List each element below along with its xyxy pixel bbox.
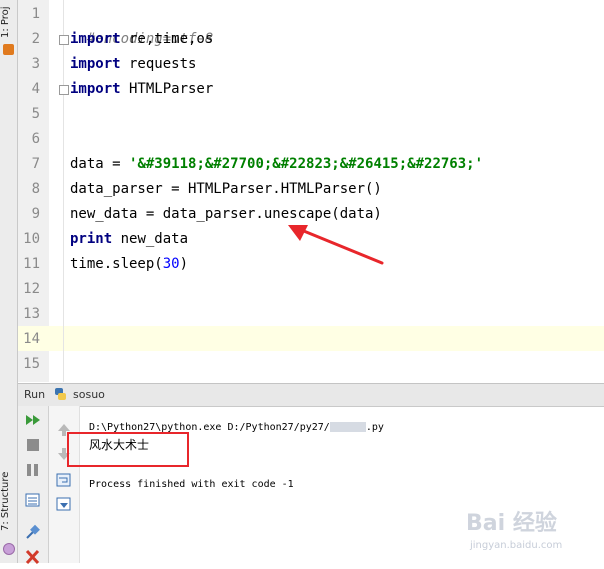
run-label: Run	[24, 388, 46, 401]
line-number: 1	[31, 6, 40, 22]
code-line[interactable]: import HTMLParser	[70, 77, 213, 102]
code-line[interactable]: data = '&#39118;&#27700;&#22823;&#26415;…	[70, 152, 483, 177]
line-number: 6	[31, 131, 40, 147]
code-text: new_data	[112, 231, 189, 247]
line-number: 2	[31, 31, 40, 47]
code-text: re,time,os	[120, 31, 214, 47]
scroll-to-end-icon[interactable]	[55, 496, 73, 512]
stop-icon[interactable]	[24, 437, 42, 453]
keyword: import	[70, 31, 121, 47]
line-number: 11	[23, 256, 40, 272]
project-tab[interactable]: 1: Proj	[0, 2, 17, 42]
string-literal: '&#39118;&#27700;&#22823;&#26415;&#22763…	[129, 156, 484, 172]
code-text: data =	[70, 156, 130, 172]
pause-icon[interactable]	[24, 462, 42, 478]
line-number: 4	[31, 81, 40, 97]
line-number: 12	[23, 281, 40, 297]
result-highlight-box	[67, 432, 189, 467]
keyword: print	[70, 231, 113, 247]
fold-marker[interactable]	[59, 85, 69, 95]
pin-icon[interactable]	[24, 524, 42, 540]
line-number: 15	[23, 356, 40, 372]
keyword: import	[70, 56, 121, 72]
blurred-filename	[329, 422, 366, 432]
fold-marker[interactable]	[59, 35, 69, 45]
line-number: 13	[23, 306, 40, 322]
line-number: 5	[31, 106, 40, 122]
rerun-icon[interactable]	[24, 412, 42, 428]
line-number: 7	[31, 156, 40, 172]
code-line[interactable]: import requests	[70, 52, 196, 77]
run-toolbar-primary	[18, 406, 49, 565]
code-line[interactable]: data_parser = HTMLParser.HTMLParser()	[70, 177, 382, 202]
line-number: 10	[23, 231, 40, 247]
caret-line-highlight	[18, 326, 604, 351]
project-icon	[3, 44, 14, 55]
console-finished: Process finished with exit code -1	[89, 479, 294, 490]
console-command-ext: .py	[365, 422, 384, 433]
run-toolbar-secondary	[49, 406, 80, 563]
left-tool-strip: 1: Proj 7: Structure	[0, 0, 18, 563]
code-line[interactable]: import re,time,os	[70, 27, 213, 52]
annotation-arrow	[288, 225, 384, 265]
keyword: import	[70, 81, 121, 97]
run-config-name[interactable]: sosuo	[73, 388, 105, 401]
soft-wrap-icon[interactable]	[55, 472, 73, 488]
code-text: requests	[120, 56, 197, 72]
watermark-url: jingyan.baidu.com	[470, 540, 563, 551]
watermark-brand: Bai 经验	[466, 511, 557, 536]
structure-icon	[3, 543, 15, 555]
code-text: )	[179, 256, 189, 272]
python-icon	[54, 387, 67, 401]
line-number: 3	[31, 56, 40, 72]
code-text: HTMLParser	[120, 81, 214, 97]
fold-guide	[63, 0, 64, 382]
line-number: 14	[23, 331, 40, 347]
number-literal: 30	[162, 256, 180, 272]
code-line[interactable]: print new_data	[70, 227, 188, 252]
code-text: data_parser = HTMLParser.HTMLParser()	[70, 181, 382, 197]
run-panel-header: Run sosuo	[18, 383, 604, 407]
dump-threads-icon[interactable]	[24, 492, 42, 508]
line-number: 9	[31, 206, 40, 222]
code-line[interactable]: #encoding=utf-8	[70, 2, 213, 47]
structure-tab[interactable]: 7: Structure	[0, 462, 17, 540]
code-text: time.sleep(	[70, 256, 163, 272]
code-line[interactable]: time.sleep(30)	[70, 252, 188, 277]
line-number: 8	[31, 181, 40, 197]
